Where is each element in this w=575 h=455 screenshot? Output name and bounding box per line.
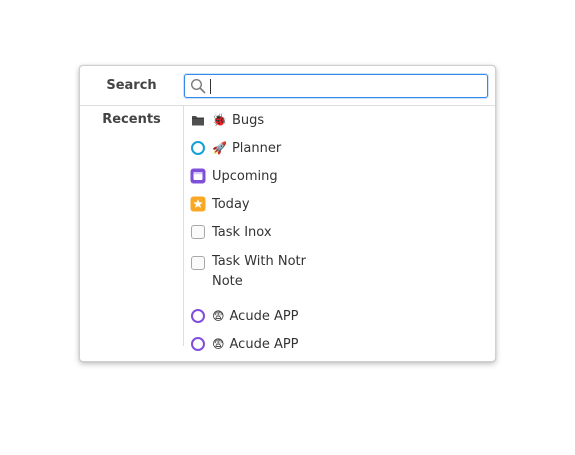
- fearful-face-emoji: 😨: [212, 337, 225, 351]
- rocket-emoji: 🚀: [212, 141, 227, 155]
- checkbox-icon[interactable]: [190, 255, 206, 271]
- search-input[interactable]: [209, 76, 479, 96]
- circle-icon: [190, 308, 206, 324]
- search-label: Search: [106, 78, 157, 93]
- folder-icon: [190, 112, 206, 128]
- recent-item-label: Acude APP: [229, 336, 299, 352]
- recent-item-label-line1: Task With Notr: [212, 254, 306, 269]
- recent-item-label: Acude APP: [229, 308, 299, 324]
- checkbox-icon[interactable]: [190, 224, 206, 240]
- star-icon: [190, 196, 206, 212]
- circle-icon: [190, 336, 206, 352]
- recent-item-acude-app[interactable]: 😨 Acude APP: [190, 330, 480, 358]
- recent-item-planner[interactable]: 🚀 Planner: [190, 134, 480, 162]
- recent-item-label: Task With Notr Note: [212, 252, 306, 292]
- recents-label: Recents: [102, 112, 161, 127]
- recent-item-label-line2: Note: [212, 274, 243, 289]
- column-divider: [183, 106, 184, 346]
- search-row: Search: [80, 66, 495, 106]
- calendar-icon: [190, 168, 206, 184]
- quick-find-dialog: Search Recents 🐞 Bugs 🚀 Planner Upcoming…: [79, 65, 496, 362]
- circle-icon: [190, 140, 206, 156]
- recent-item-task-with-note[interactable]: Task With Notr Note: [190, 246, 480, 292]
- recent-item-label: Upcoming: [212, 168, 278, 184]
- ladybug-emoji: 🐞: [212, 113, 227, 127]
- recent-item-today[interactable]: Today: [190, 190, 480, 218]
- fearful-face-emoji: 😨: [212, 309, 225, 323]
- recent-item-upcoming[interactable]: Upcoming: [190, 162, 480, 190]
- recent-item-label: Bugs: [231, 112, 265, 128]
- recent-item-label: Planner: [231, 140, 282, 156]
- recent-item-label: Task Inox: [212, 224, 272, 240]
- recent-item-label: Today: [212, 196, 250, 212]
- recent-item-acude-app[interactable]: 😨 Acude APP: [190, 302, 480, 330]
- search-box[interactable]: [184, 74, 488, 98]
- recent-item-bugs[interactable]: 🐞 Bugs: [190, 106, 480, 134]
- recent-item-task-inox[interactable]: Task Inox: [190, 218, 480, 246]
- text-caret: [210, 79, 211, 94]
- search-icon: [190, 78, 206, 94]
